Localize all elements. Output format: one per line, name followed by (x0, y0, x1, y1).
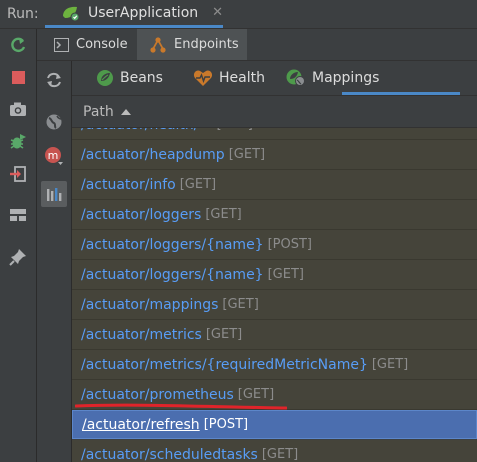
layout-icon[interactable] (8, 205, 28, 225)
row-method: [GET] (267, 267, 304, 282)
row-path[interactable]: /actuator/info (81, 177, 176, 193)
tab-mappings[interactable]: Mappings (286, 61, 379, 95)
table-row[interactable]: /actuator/metrics [GET] (72, 320, 477, 350)
run-toolbar (0, 29, 37, 462)
console-icon (54, 37, 69, 52)
red-underline-annotation (75, 403, 287, 410)
tab-mappings-underline (342, 92, 460, 95)
pin-icon[interactable] (8, 247, 28, 267)
tab-endpoints-label: Endpoints (174, 37, 239, 52)
endpoints-icon (149, 36, 167, 53)
table-row[interactable]: /actuator/mappings [GET] (72, 290, 477, 320)
row-method: [GET] (179, 177, 217, 192)
table-row[interactable]: /actuator/heapdump [GET] (72, 140, 477, 170)
table-row[interactable]: /actuator/loggers/{name} [POST] (72, 230, 477, 260)
row-method: [GET] (222, 297, 259, 312)
mappings-icon (286, 69, 306, 87)
row-path[interactable]: /actuator/heapdump (81, 147, 225, 163)
tab-mappings-label: Mappings (312, 70, 380, 86)
row-method: [GET] (228, 147, 266, 162)
spring-boot-icon (60, 4, 82, 22)
row-path[interactable]: /actuator/scheduledtasks (81, 447, 258, 462)
row-method: [POST] (203, 417, 249, 432)
row-method: [POST] (267, 237, 313, 252)
run-tool-window: Run: UserApplication ✕ Console Endpoints… (0, 0, 477, 462)
run-tab-title: UserApplication (88, 4, 199, 21)
tab-health-label: Health (219, 70, 265, 86)
run-tab-underline (45, 25, 223, 28)
run-tab-userapplication[interactable]: UserApplication ✕ (45, 0, 223, 25)
sort-ascending-icon[interactable] (120, 108, 131, 115)
endpoints-toolbar: m (37, 61, 72, 462)
run-label: Run: (7, 6, 39, 22)
show-chart-icon[interactable] (41, 181, 67, 207)
table-row[interactable]: /actuator/loggers [GET] (72, 200, 477, 230)
row-path[interactable]: /actuator/metrics (81, 327, 202, 343)
row-path[interactable]: /actuator/refresh (82, 417, 200, 433)
svg-text:m: m (48, 149, 59, 162)
row-path[interactable]: /actuator/loggers/{name} (81, 267, 264, 283)
close-icon[interactable]: ✕ (212, 5, 223, 20)
row-path[interactable]: /actuator/mappings (81, 297, 218, 313)
table-row[interactable]: /actuator/info [GET] (72, 170, 477, 200)
table-row-selected[interactable]: /actuator/refresh [POST] (72, 410, 477, 439)
debug-bug-icon[interactable] (8, 132, 28, 152)
heart-icon (193, 69, 213, 87)
tab-console-label: Console (76, 37, 128, 52)
run-subtabs: Console Endpoints (37, 29, 477, 61)
exit-icon[interactable] (8, 164, 28, 184)
refresh-icon[interactable] (43, 69, 65, 91)
row-path[interactable]: /actuator/loggers (81, 207, 201, 223)
row-path[interactable]: /actuator/prometheus (81, 387, 234, 403)
endpoint-content-tabs: Beans Health Mappings (72, 61, 477, 96)
tab-beans-label: Beans (120, 70, 163, 86)
row-method: [GET] (261, 447, 299, 462)
table-header: Path (72, 96, 477, 128)
bean-icon (96, 69, 114, 87)
camera-icon[interactable] (8, 99, 28, 119)
row-path[interactable]: /actuator/loggers/{name} (81, 237, 264, 253)
row-path[interactable]: /actuator/metrics/{requiredMetricName} (81, 357, 368, 373)
row-method: [GET] (205, 327, 243, 342)
row-method: [GET] (205, 207, 242, 222)
rerun-icon[interactable] (8, 35, 28, 55)
globe-icon[interactable] (43, 111, 65, 133)
tab-endpoints[interactable]: Endpoints (137, 29, 247, 60)
tab-console[interactable]: Console (37, 29, 137, 60)
tab-beans[interactable]: Beans (96, 61, 163, 95)
row-method: [GET] (237, 387, 275, 402)
table-row[interactable]: /actuator/scheduledtasks [GET] (72, 440, 477, 462)
stop-icon[interactable] (8, 67, 28, 87)
column-header-path[interactable]: Path (83, 104, 114, 120)
row-method: [GET] (371, 357, 409, 372)
tab-health[interactable]: Health (193, 61, 265, 95)
table-row[interactable]: /actuator/loggers/{name} [GET] (72, 260, 477, 290)
module-icon[interactable]: m (43, 145, 65, 167)
table-row[interactable]: /actuator/metrics/{requiredMetricName} [… (72, 350, 477, 380)
